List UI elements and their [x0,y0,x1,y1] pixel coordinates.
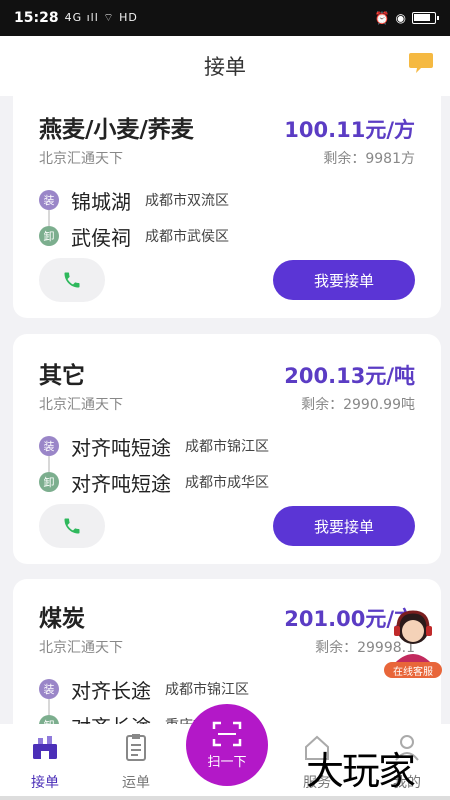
app-header: 接单 [0,36,450,96]
alarm-icon: ⏰ [374,11,390,25]
cargo-name: 燕麦/小麦/荞麦 [39,117,194,143]
signal-indicators: 4G ıll ⌔ HD [64,11,138,24]
load-district: 成都市锦江区 [185,439,269,455]
status-time: 15:28 [14,10,59,26]
unload-stop: 卸 武侯祠 成都市武侯区 [39,218,415,254]
location-icon: ◉ [395,11,406,25]
price: 100.11元/方 [284,118,415,142]
call-button[interactable] [39,504,105,548]
call-button[interactable] [39,258,105,302]
unload-place: 对齐吨短途 [71,471,171,496]
price: 200.13元/吨 [284,364,415,388]
company-name: 北京汇通天下 [39,151,123,167]
remaining-amount: 剩余：2990.99吨 [301,397,415,413]
phone-icon [64,518,80,534]
cargo-name: 煤炭 [39,606,85,632]
status-bar: 15:28 4G ıll ⌔ HD ⏰ ◉ [0,0,450,36]
order-card[interactable]: 燕麦/小麦/荞麦 100.11元/方 北京汇通天下 剩余：9981方 装 锦城湖… [13,96,441,318]
scan-label: 扫一下 [207,754,247,770]
tab-orders[interactable]: 接单 [10,732,80,792]
unload-place: 武侯祠 [71,225,131,250]
load-place: 锦城湖 [71,189,131,214]
unload-district: 成都市成华区 [185,475,269,491]
unload-tag: 卸 [39,715,59,724]
tab-waybills-label: 运单 [122,775,150,791]
unload-tag: 卸 [39,226,59,246]
route-connector [48,456,50,472]
load-stop: 装 对齐长途 成都市锦江区 [39,671,415,707]
load-district: 成都市锦江区 [165,682,249,698]
accept-order-button[interactable]: 我要接单 [273,260,415,300]
clipboard-icon [126,734,146,761]
load-stop: 装 对齐吨短途 成都市锦江区 [39,428,415,464]
truck-icon [33,736,57,759]
company-name: 北京汇通天下 [39,397,123,413]
battery-icon [412,12,439,24]
page-title: 接单 [204,55,246,79]
unload-district: 成都市武侯区 [145,229,229,245]
watermark-logo: 大玩家 [306,749,416,793]
unload-place: 对齐长途 [71,711,151,725]
accept-order-button[interactable]: 我要接单 [273,506,415,546]
company-name: 北京汇通天下 [39,640,123,656]
load-tag: 装 [39,190,59,210]
order-card[interactable]: 其它 200.13元/吨 北京汇通天下 剩余：2990.99吨 装 对齐吨短途 … [13,334,441,564]
tab-waybills[interactable]: 运单 [101,732,171,792]
route: 装 对齐吨短途 成都市锦江区 卸 对齐吨短途 成都市成华区 [39,428,415,500]
cargo-name: 其它 [39,363,85,389]
unload-stop: 卸 对齐吨短途 成都市成华区 [39,464,415,500]
order-card[interactable]: 煤炭 201.00元/方 北京汇通天下 剩余：29998.1 装 对齐长途 成都… [13,579,441,724]
remaining-amount: 剩余：9981方 [323,151,415,167]
load-tag: 装 [39,679,59,699]
online-service-badge[interactable]: 在线客服 [384,662,442,678]
tab-orders-label: 接单 [31,775,59,791]
load-stop: 装 锦城湖 成都市双流区 [39,182,415,218]
phone-icon [64,272,80,288]
unload-tag: 卸 [39,472,59,492]
load-tag: 装 [39,436,59,456]
route: 装 锦城湖 成都市双流区 卸 武侯祠 成都市武侯区 [39,182,415,254]
order-list[interactable]: 燕麦/小麦/荞麦 100.11元/方 北京汇通天下 剩余：9981方 装 锦城湖… [0,96,450,724]
route-connector [48,699,50,715]
load-place: 对齐长途 [71,678,151,703]
load-place: 对齐吨短途 [71,435,171,460]
scan-icon [212,721,242,746]
route-connector [48,210,50,226]
home-indicator [0,796,450,800]
scan-button[interactable]: 扫一下 [186,704,268,786]
chat-bubble-icon[interactable] [408,51,434,75]
load-district: 成都市双流区 [145,193,229,209]
